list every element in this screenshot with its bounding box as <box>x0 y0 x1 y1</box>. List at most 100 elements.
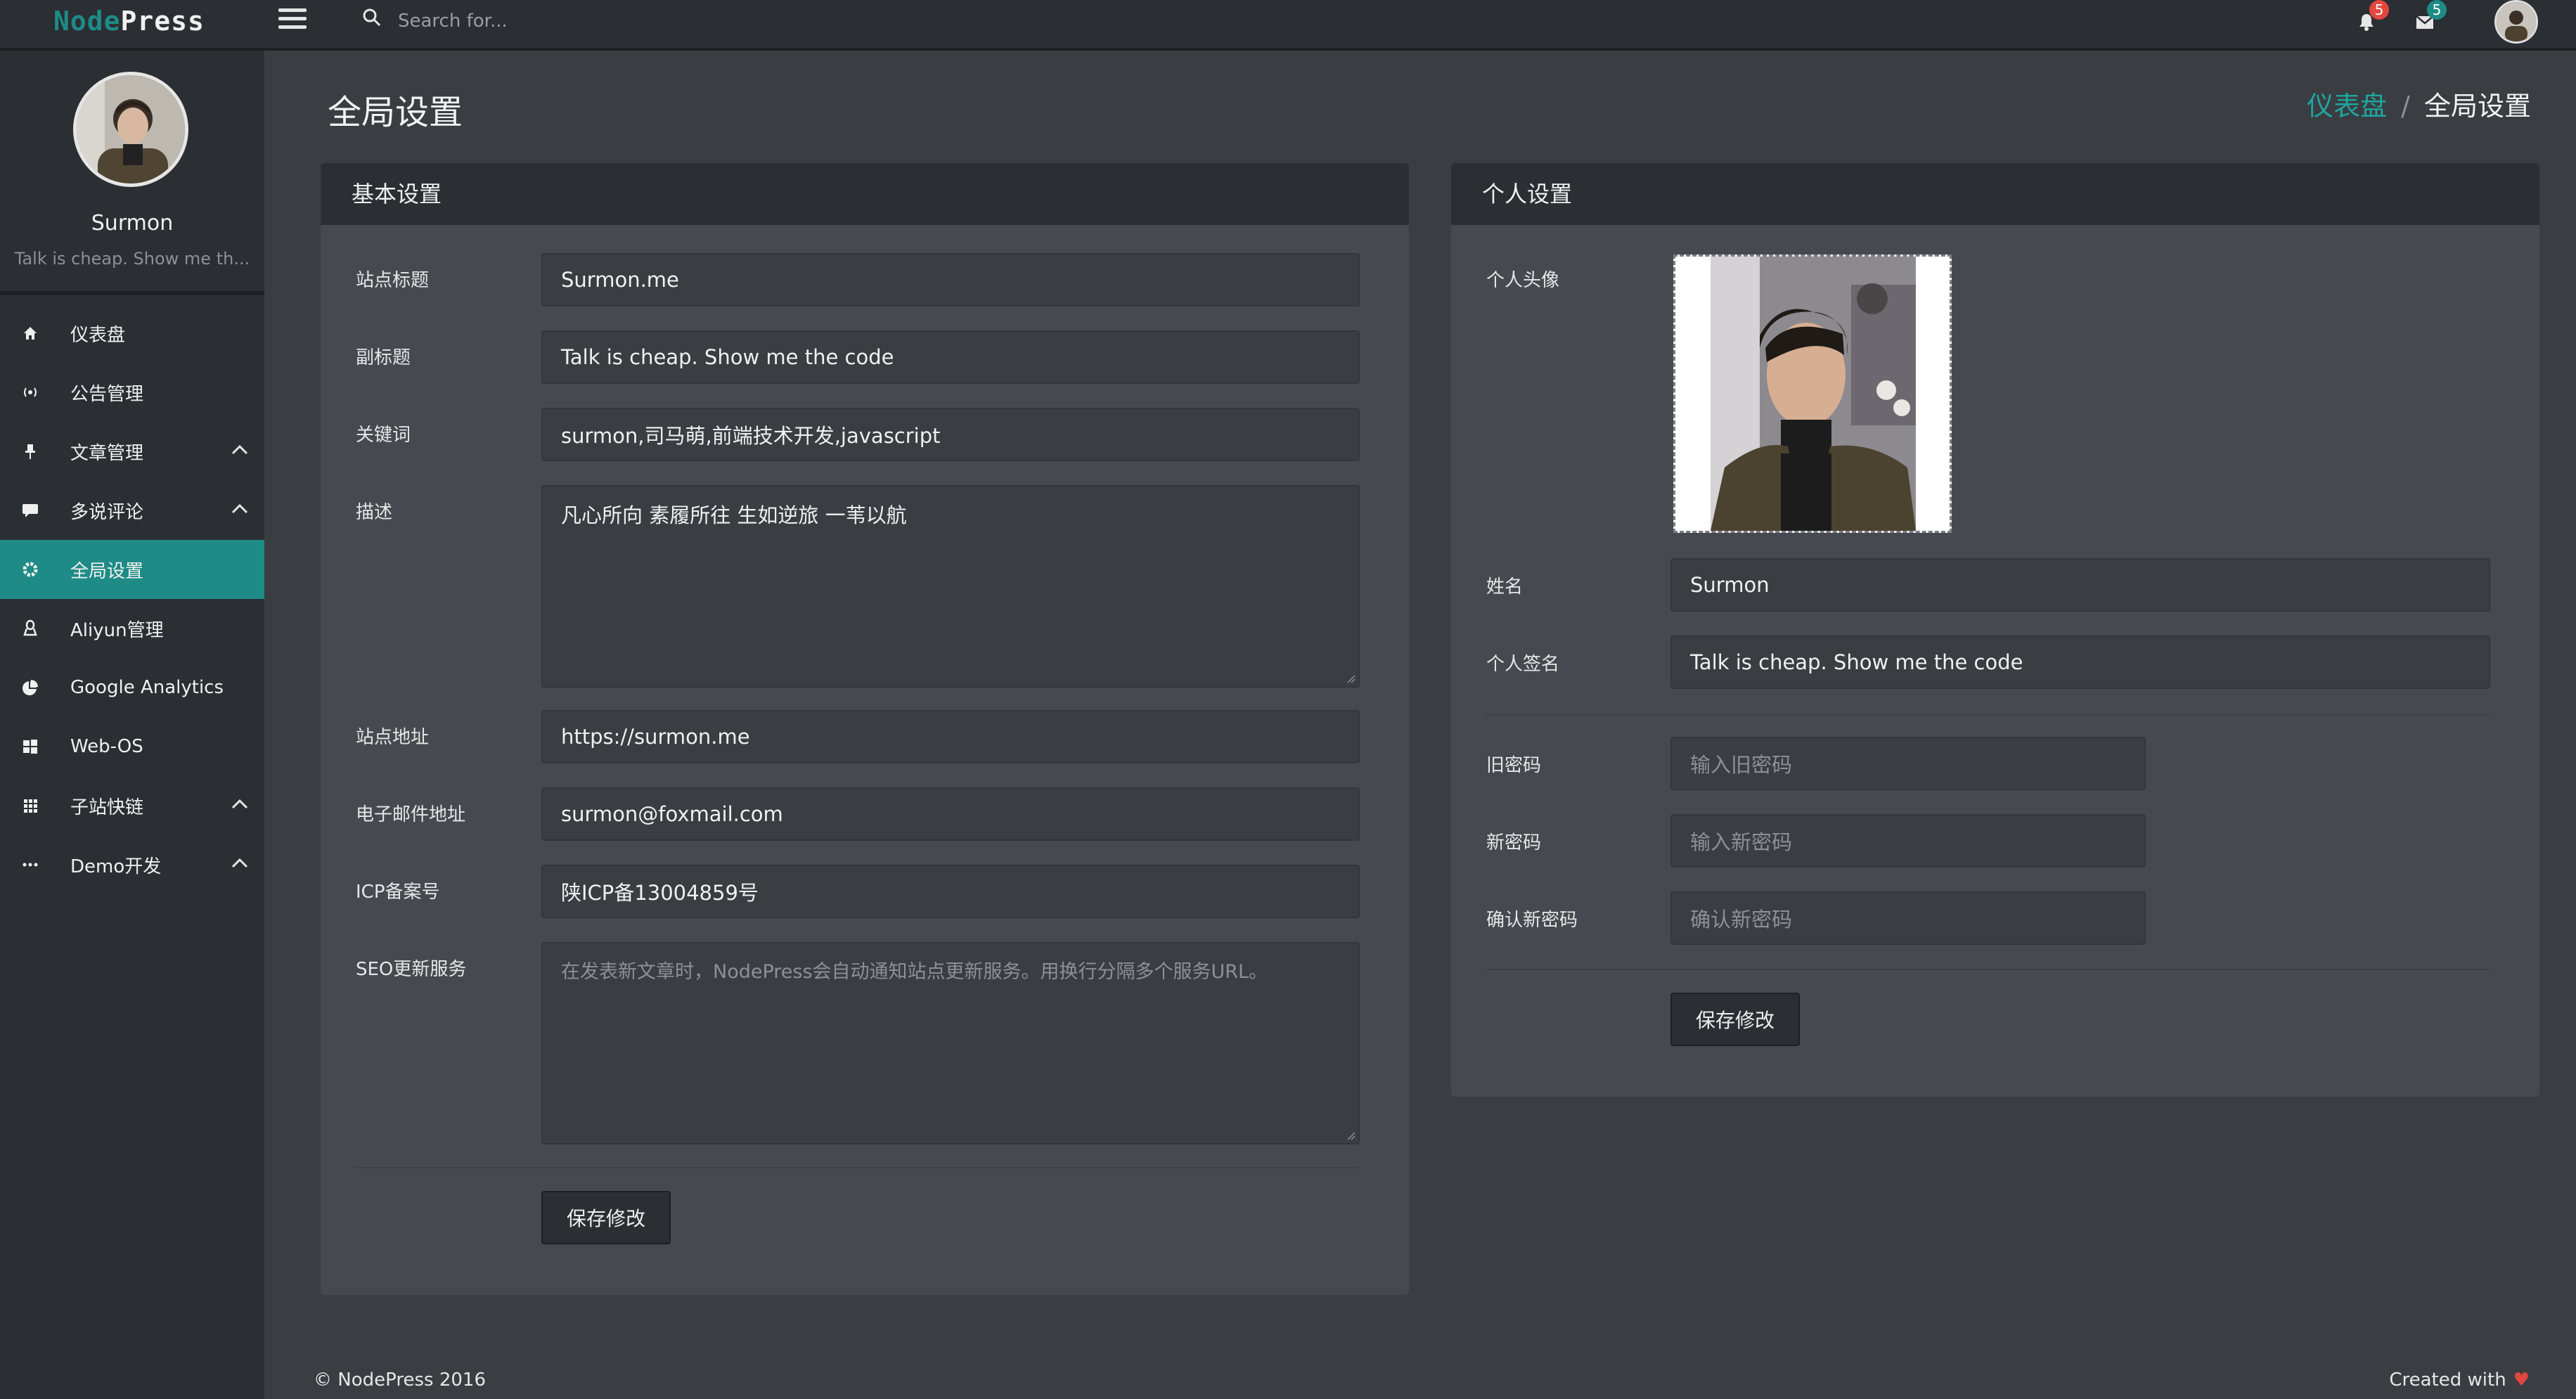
breadcrumb-current: 全局设置 <box>2423 91 2531 122</box>
sidebar-item-label: Aliyun管理 <box>70 619 164 641</box>
confirm-password-field[interactable]: 确认新密码 <box>1670 891 2146 945</box>
site-url-label: 站点地址 <box>356 727 430 748</box>
linux-icon <box>21 619 39 638</box>
sidebar: Surmon Talk is cheap. Show me th... 仪表盘 … <box>0 51 264 1399</box>
site-title-field[interactable]: Surmon.me <box>541 253 1360 307</box>
sidebar-item-comments[interactable]: 多说评论 <box>0 481 264 540</box>
personal-settings-title: 个人设置 <box>1451 163 2539 225</box>
seo-service-textarea[interactable]: 在发表新文章时，NodePress会自动通知站点更新服务。用换行分隔多个服务UR… <box>541 942 1360 1145</box>
resize-grip-icon[interactable] <box>1346 673 1355 683</box>
ellipsis-icon <box>21 856 39 874</box>
sidebar-item-announcements[interactable]: 公告管理 <box>0 363 264 422</box>
profile-name: Surmon <box>91 211 174 236</box>
footer-created-with: Created with <box>2389 1369 2506 1391</box>
sidebar-item-label: Demo开发 <box>70 856 162 877</box>
sidebar-item-label: 公告管理 <box>70 383 144 405</box>
profile-photo-icon <box>77 75 185 183</box>
brand-logo[interactable]: NodePress <box>53 6 205 37</box>
breadcrumb: 仪表盘 / 全局设置 <box>2307 84 2531 123</box>
user-avatar[interactable] <box>2494 0 2538 44</box>
home-icon <box>21 324 39 342</box>
icp-field[interactable]: 陕ICP备13004859号 <box>541 865 1360 918</box>
brand-part-node: Node <box>53 6 121 37</box>
sidebar-item-label: 文章管理 <box>70 442 144 464</box>
broadcast-icon <box>21 383 39 401</box>
sidebar-item-articles[interactable]: 文章管理 <box>0 422 264 481</box>
brand-part-press: Press <box>120 6 205 37</box>
footer-credit: Created with ♥ <box>2389 1369 2530 1391</box>
personal-form-divider-2 <box>1486 969 2490 970</box>
sidebar-item-global-settings[interactable]: 全局设置 <box>0 540 264 599</box>
basic-settings-title: 基本设置 <box>321 163 1409 225</box>
basic-save-button[interactable]: 保存修改 <box>541 1191 671 1244</box>
new-password-field[interactable]: 输入新密码 <box>1670 814 2146 868</box>
signature-label: 个人签名 <box>1486 654 1560 675</box>
sidebar-item-label: Web-OS <box>70 736 143 757</box>
sidebar-item-dashboard[interactable]: 仪表盘 <box>0 304 264 363</box>
subtitle-label: 副标题 <box>356 347 411 368</box>
basic-form-divider <box>356 1167 1360 1168</box>
gear-icon <box>21 560 39 579</box>
sidebar-item-label: 子站快链 <box>70 797 144 818</box>
notifications-badge: 5 <box>2369 0 2389 20</box>
keywords-field[interactable]: surmon,司马萌,前端技术开发,javascript <box>541 408 1360 461</box>
messages-button[interactable]: 5 <box>2413 0 2447 34</box>
notifications-button[interactable]: 5 <box>2355 0 2389 34</box>
sidebar-item-label: 多说评论 <box>70 501 144 523</box>
breadcrumb-separator: / <box>2401 91 2410 122</box>
windows-icon <box>21 737 39 756</box>
chevron-up-icon <box>231 444 248 455</box>
subtitle-field[interactable]: Talk is cheap. Show me the code <box>541 330 1360 384</box>
sidebar-menu: 仪表盘 公告管理 文章管理 多说评论 全局设置 Aliyun管理 Google … <box>0 304 264 894</box>
sidebar-item-aliyun[interactable]: Aliyun管理 <box>0 599 264 658</box>
profile-signature: Talk is cheap. Show me th... <box>14 249 250 269</box>
new-password-label: 新密码 <box>1486 832 1542 853</box>
personal-form-divider-1 <box>1486 714 2490 716</box>
avatar-photo-icon <box>1675 257 1950 531</box>
sidebar-item-subsite-links[interactable]: 子站快链 <box>0 776 264 835</box>
sidebar-item-label: 全局设置 <box>70 560 144 582</box>
confirm-password-label: 确认新密码 <box>1486 910 1578 931</box>
personal-save-button[interactable]: 保存修改 <box>1670 993 1800 1046</box>
email-field[interactable]: surmon@foxmail.com <box>541 787 1360 841</box>
comment-icon <box>21 501 39 520</box>
profile-avatar[interactable] <box>73 72 188 187</box>
chevron-up-icon <box>231 503 248 514</box>
keywords-label: 关键词 <box>356 425 411 446</box>
seo-service-placeholder: 在发表新文章时，NodePress会自动通知站点更新服务。用换行分隔多个服务UR… <box>561 961 1268 983</box>
avatar-label: 个人头像 <box>1486 270 1560 291</box>
name-field[interactable]: Surmon <box>1670 558 2490 612</box>
personal-settings-panel: 个人设置 <box>1451 163 2539 1097</box>
description-textarea[interactable]: 凡心所向 素履所往 生如逆旅 一苇以航 <box>541 485 1360 688</box>
description-text: 凡心所向 素履所往 生如逆旅 一苇以航 <box>561 503 907 527</box>
page-title: 全局设置 <box>328 93 463 132</box>
avatar-photo-icon <box>2497 2 2536 41</box>
sidebar-item-web-os[interactable]: Web-OS <box>0 717 264 776</box>
footer-copyright: © NodePress 2016 <box>314 1369 486 1391</box>
signature-field[interactable]: Talk is cheap. Show me the code <box>1670 636 2490 689</box>
top-navbar: NodePress 5 5 <box>0 0 2576 51</box>
sidebar-item-google-analytics[interactable]: Google Analytics <box>0 658 264 717</box>
grid-icon <box>21 797 39 815</box>
site-url-field[interactable]: https://surmon.me <box>541 710 1360 763</box>
heart-icon: ♥ <box>2513 1369 2530 1391</box>
name-label: 姓名 <box>1486 576 1524 598</box>
resize-grip-icon[interactable] <box>1346 1130 1355 1140</box>
old-password-field[interactable]: 输入旧密码 <box>1670 737 2146 790</box>
sidebar-item-demo[interactable]: Demo开发 <box>0 835 264 894</box>
pin-icon <box>21 442 39 460</box>
menu-toggle-icon[interactable] <box>278 8 307 31</box>
search-icon <box>363 8 381 27</box>
site-title-label: 站点标题 <box>356 270 430 291</box>
search-input[interactable] <box>398 6 820 37</box>
messages-badge: 5 <box>2427 0 2447 20</box>
icp-label: ICP备案号 <box>356 882 440 903</box>
description-label: 描述 <box>356 502 393 523</box>
chevron-up-icon <box>231 799 248 809</box>
sidebar-item-label: 仪表盘 <box>70 324 126 346</box>
breadcrumb-link-dashboard[interactable]: 仪表盘 <box>2307 91 2387 122</box>
avatar-upload[interactable] <box>1673 254 1952 533</box>
email-label: 电子邮件地址 <box>356 804 466 825</box>
sidebar-profile: Surmon Talk is cheap. Show me th... <box>0 51 264 295</box>
sidebar-item-label: Google Analytics <box>70 677 224 698</box>
